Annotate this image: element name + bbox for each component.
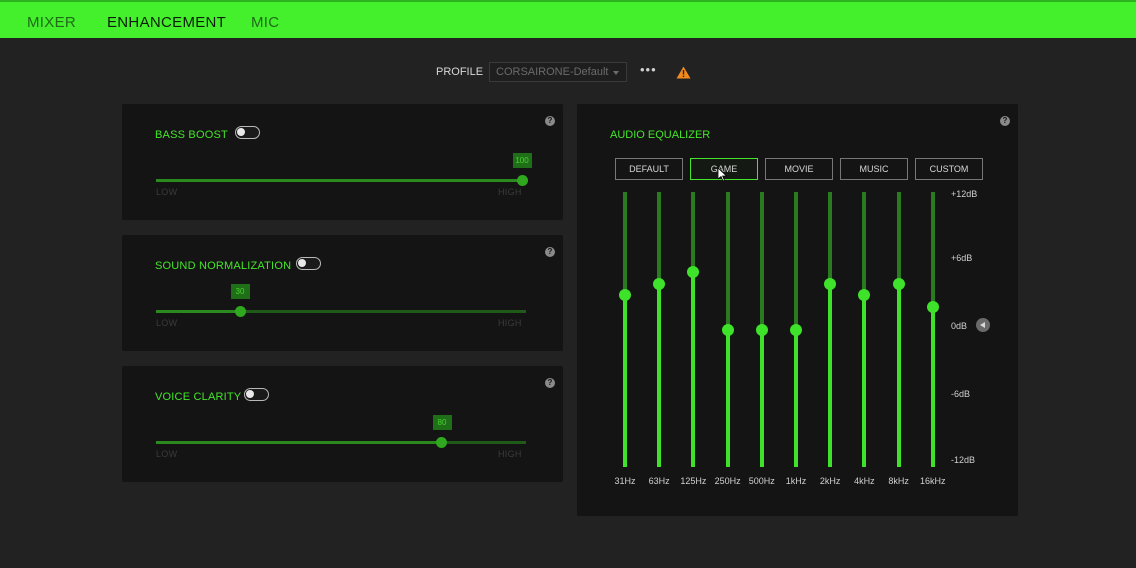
eq-band-slider[interactable] (858, 192, 871, 467)
slider-fill (156, 310, 240, 313)
eq-band-slider[interactable] (687, 192, 700, 467)
profile-dropdown-value: CORSAIRONE-Default (496, 66, 609, 78)
reset-icon[interactable] (976, 318, 990, 332)
preset-movie-button[interactable]: MOVIE (765, 158, 833, 180)
high-label: HIGH (498, 449, 522, 459)
help-icon[interactable]: ? (545, 247, 555, 257)
profile-dropdown[interactable]: CORSAIRONE-Default (489, 62, 627, 82)
eq-band-slider[interactable] (755, 192, 768, 467)
bass-boost-title: BASS BOOST (155, 129, 228, 141)
help-icon[interactable]: ? (1000, 116, 1010, 126)
chevron-down-icon (613, 71, 619, 75)
eq-band-knob[interactable] (858, 289, 871, 302)
slider-fill (156, 441, 441, 444)
voice-clarity-panel: ? VOICE CLARITY 80 LOW HIGH (122, 366, 563, 482)
eq-band-knob[interactable] (755, 323, 768, 336)
profile-label: PROFILE (436, 66, 484, 78)
eq-band-fill (862, 295, 867, 467)
voice-clarity-toggle[interactable] (244, 388, 269, 401)
warning-icon[interactable] (676, 66, 691, 79)
mouse-cursor-icon (718, 168, 728, 182)
eq-band-fill (691, 272, 696, 467)
eq-band-fill (794, 329, 798, 467)
eq-band-slider[interactable] (892, 192, 905, 467)
db-label-min: -12dB (951, 455, 976, 465)
more-options-button[interactable]: ••• (640, 62, 657, 77)
eq-band-knob[interactable] (892, 277, 905, 290)
eq-band-fill (657, 283, 662, 467)
tab-mic[interactable]: MIC (251, 14, 279, 31)
tab-mixer[interactable]: MIXER (27, 14, 76, 31)
help-icon[interactable]: ? (545, 116, 555, 126)
eq-band-slider[interactable] (790, 192, 802, 467)
sound-normalization-value-badge: 30 (230, 284, 250, 299)
voice-clarity-title: VOICE CLARITY (155, 391, 242, 403)
eq-band-fill (828, 283, 833, 467)
sound-normalization-toggle[interactable] (296, 257, 321, 270)
db-label-max: +12dB (951, 189, 978, 199)
eq-band-frequency-label: 16kHz (920, 476, 946, 486)
eq-band-slider[interactable] (926, 192, 939, 467)
low-label: LOW (156, 318, 178, 328)
preset-custom-button[interactable]: CUSTOM (915, 158, 983, 180)
low-label: LOW (156, 187, 178, 197)
voice-clarity-slider[interactable] (156, 437, 526, 448)
eq-band-slider[interactable] (653, 192, 666, 467)
sound-normalization-slider[interactable] (156, 306, 526, 317)
eq-band-knob[interactable] (653, 277, 666, 290)
preset-default-button[interactable]: DEFAULT (615, 158, 683, 180)
eq-band-knob[interactable] (721, 323, 734, 336)
help-icon[interactable]: ? (545, 378, 555, 388)
slider-fill (156, 179, 522, 182)
bass-boost-slider[interactable] (156, 175, 528, 186)
db-label-zero: 0dB (951, 321, 968, 331)
voice-clarity-value-badge: 80 (432, 415, 452, 430)
bass-boost-panel: ? BASS BOOST 100 LOW HIGH (122, 104, 563, 220)
eq-band-slider[interactable] (824, 192, 837, 467)
bass-boost-value-badge: 100 (512, 153, 532, 168)
eq-band-knob[interactable] (790, 323, 802, 336)
low-label: LOW (156, 449, 178, 459)
eq-band-knob[interactable] (687, 266, 700, 279)
sound-normalization-title: SOUND NORMALIZATION (155, 260, 292, 272)
eq-band-fill (896, 283, 901, 467)
toggle-knob (237, 128, 245, 136)
toggle-knob (246, 390, 254, 398)
sound-normalization-panel: ? SOUND NORMALIZATION 30 LOW HIGH (122, 235, 563, 351)
high-label: HIGH (498, 318, 522, 328)
eq-band-fill (725, 329, 730, 467)
sound-normalization-slider-thumb[interactable] (234, 306, 246, 317)
tab-enhancement[interactable]: ENHANCEMENT (107, 14, 226, 31)
high-label: HIGH (498, 187, 522, 197)
preset-music-button[interactable]: MUSIC (840, 158, 908, 180)
toggle-knob (298, 259, 306, 267)
audio-equalizer-panel: ? AUDIO EQUALIZER DEFAULT GAME MOVIE MUS… (577, 104, 1018, 516)
eq-band-slider[interactable] (619, 192, 631, 467)
bass-boost-slider-thumb[interactable] (516, 175, 528, 186)
voice-clarity-slider-thumb[interactable] (435, 437, 447, 448)
eq-band-fill (623, 295, 627, 467)
eq-band-fill (759, 329, 764, 467)
audio-equalizer-title: AUDIO EQUALIZER (610, 129, 711, 141)
top-nav-bar: MIXER ENHANCEMENT MIC (0, 0, 1136, 38)
eq-band-knob[interactable] (824, 277, 837, 290)
eq-band-slider[interactable] (721, 192, 734, 467)
db-label-plus6: +6dB (951, 253, 973, 263)
eq-band-fill (930, 306, 935, 467)
db-label-minus6: -6dB (951, 389, 971, 399)
eq-band-knob[interactable] (619, 289, 631, 302)
eq-band-knob[interactable] (926, 300, 939, 313)
bass-boost-toggle[interactable] (235, 126, 260, 139)
